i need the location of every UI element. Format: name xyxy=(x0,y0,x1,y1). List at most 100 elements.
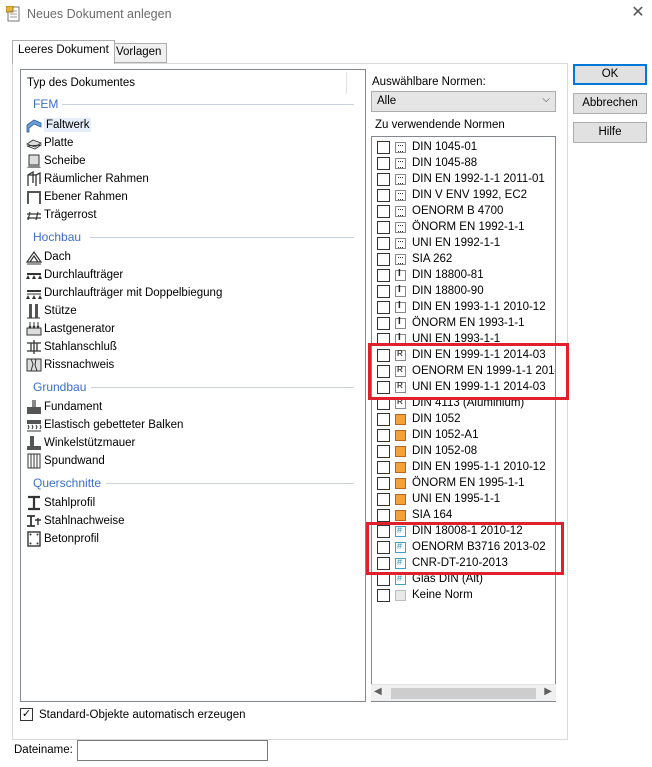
norm-item[interactable]: steel-icon DIN EN 1993-1-1 2010-12 xyxy=(377,299,546,315)
norm-label: SIA 262 xyxy=(412,253,453,265)
norm-item[interactable]: concrete-icon SIA 262 xyxy=(377,251,452,267)
norm-checkbox[interactable] xyxy=(377,444,390,458)
tree-item-platte[interactable]: Platte xyxy=(26,134,73,152)
tree-item-stuetze[interactable]: Stütze xyxy=(26,302,77,320)
app-icon xyxy=(6,6,20,22)
sheet-pile-icon xyxy=(27,453,41,469)
norm-item[interactable]: concrete-icon OENORM B 4700 xyxy=(377,203,503,219)
norm-checkbox[interactable] xyxy=(377,140,390,154)
norm-item[interactable]: timber-icon ÖNORM EN 1995-1-1 xyxy=(377,475,524,491)
load-generator-icon xyxy=(26,322,42,336)
norm-item[interactable]: concrete-icon UNI EN 1992-1-1 xyxy=(377,235,500,251)
steel-profile-icon xyxy=(28,495,40,511)
tree-item-durchlauftraeger[interactable]: Durchlaufträger xyxy=(26,266,123,284)
norm-item[interactable]: steel-icon ÖNORM EN 1993-1-1 xyxy=(377,315,524,331)
norm-checkbox[interactable] xyxy=(377,156,390,170)
foundation-icon xyxy=(27,400,41,414)
norm-item[interactable]: timber-icon SIA 164 xyxy=(377,507,452,523)
scroll-left-icon[interactable]: ◀ xyxy=(374,686,382,697)
help-button[interactable]: Hilfe xyxy=(573,122,647,143)
tree-item-stahlnachweise[interactable]: Stahlnachweise xyxy=(26,512,125,530)
norm-checkbox[interactable] xyxy=(377,236,390,250)
norm-item[interactable]: steel-icon DIN 18800-90 xyxy=(377,283,484,299)
tree-item-lastgenerator[interactable]: Lastgenerator xyxy=(26,320,115,338)
cancel-button[interactable]: Abbrechen xyxy=(573,93,647,114)
steel-icon: steel-icon xyxy=(395,316,406,329)
tree-item-winkelstuetzmauer[interactable]: Winkelstützmauer xyxy=(26,434,135,452)
tree-item-rissnachweis[interactable]: Rissnachweis xyxy=(26,356,114,374)
norm-checkbox[interactable] xyxy=(377,220,390,234)
norms-horizontal-scrollbar[interactable]: ◀ ▶ xyxy=(371,684,556,701)
norm-checkbox[interactable] xyxy=(377,492,390,506)
continuous-beam-biaxial-icon xyxy=(26,290,42,299)
tree-item-faltwerk[interactable]: Faltwerk xyxy=(26,116,92,134)
norm-checkbox[interactable] xyxy=(377,460,390,474)
scroll-thumb[interactable] xyxy=(391,688,536,699)
glass-icon: glass-icon xyxy=(395,573,406,585)
steel-checks-icon xyxy=(27,515,41,527)
tree-item-stahlanschluss[interactable]: Stahlanschluß xyxy=(26,338,117,356)
norm-label: DIN 18800-81 xyxy=(412,269,484,281)
filename-field[interactable] xyxy=(77,740,268,761)
tree-item-gebetteter-balken[interactable]: Elastisch gebetteter Balken xyxy=(26,416,183,434)
tree-item-raeumlicher-rahmen[interactable]: Räumlicher Rahmen xyxy=(26,170,149,188)
norm-checkbox[interactable] xyxy=(377,588,390,602)
tree-item-betonprofil[interactable]: Betonprofil xyxy=(26,530,99,548)
norm-checkbox[interactable] xyxy=(377,508,390,522)
auto-create-row[interactable]: ✓ Standard-Objekte automatisch erzeugen xyxy=(20,708,245,721)
norm-checkbox[interactable] xyxy=(377,412,390,426)
norm-item[interactable]: timber-icon DIN EN 1995-1-1 2010-12 xyxy=(377,459,546,475)
norm-checkbox[interactable] xyxy=(377,268,390,282)
tree-item-scheibe[interactable]: Scheibe xyxy=(26,152,86,170)
auto-create-checkbox[interactable]: ✓ xyxy=(20,708,33,721)
norm-checkbox[interactable] xyxy=(377,252,390,266)
norm-item[interactable]: concrete-icon DIN EN 1992-1-1 2011-01 xyxy=(377,171,545,187)
continuous-beam-icon xyxy=(26,273,42,279)
steel-icon: steel-icon xyxy=(395,300,406,313)
tab-vorlagen[interactable]: Vorlagen xyxy=(110,43,168,63)
norms-list[interactable]: concrete-icon DIN 1045-01 concrete-icon DIN… xyxy=(371,136,556,702)
norm-checkbox[interactable] xyxy=(377,284,390,298)
tree-item-fundament[interactable]: Fundament xyxy=(26,398,102,416)
tree-item-durchlauftraeger-doppelbiegung[interactable]: Durchlaufträger mit Doppelbiegung xyxy=(26,284,222,302)
tree-item-traegerrost[interactable]: Trägerrost xyxy=(26,206,97,224)
close-button[interactable]: ✕ xyxy=(627,3,649,25)
norm-checkbox[interactable] xyxy=(377,428,390,442)
tree-item-stahlprofil[interactable]: Stahlprofil xyxy=(26,494,95,512)
close-icon: ✕ xyxy=(631,4,645,21)
norm-label: DIN 1052-A1 xyxy=(412,429,479,441)
scheibe-icon xyxy=(27,154,41,168)
scroll-right-icon[interactable]: ▶ xyxy=(544,686,552,697)
norm-item[interactable]: concrete-icon DIN 1045-88 xyxy=(377,155,477,171)
norm-item[interactable]: concrete-icon ÖNORM EN 1992-1-1 xyxy=(377,219,524,235)
tree-item-ebener-rahmen[interactable]: Ebener Rahmen xyxy=(26,188,128,206)
norm-item[interactable]: timber-icon UNI EN 1995-1-1 xyxy=(377,491,500,507)
norm-checkbox[interactable] xyxy=(377,172,390,186)
group-fem: FEM xyxy=(33,97,59,111)
tree-item-spundwand[interactable]: Spundwand xyxy=(26,452,105,470)
filename-label: Dateiname: xyxy=(14,744,73,756)
norm-item[interactable]: timber-icon DIN 1052-A1 xyxy=(377,427,478,443)
norm-checkbox[interactable] xyxy=(377,476,390,490)
concrete-icon: concrete-icon xyxy=(395,141,406,153)
available-norms-label: Auswählbare Normen: xyxy=(372,76,486,88)
norm-item[interactable]: concrete-icon DIN V ENV 1992, EC2 xyxy=(377,187,527,203)
ok-button[interactable]: OK xyxy=(573,64,647,85)
highlight-box xyxy=(368,343,569,400)
norm-item[interactable]: steel-icon DIN 18800-81 xyxy=(377,267,484,283)
norm-item[interactable]: concrete-icon DIN 1045-01 xyxy=(377,139,477,155)
tab-leeres-dokument[interactable]: Leeres Dokument xyxy=(12,40,115,64)
available-norms-select[interactable]: Alle ⌵ xyxy=(371,91,556,112)
norm-checkbox[interactable] xyxy=(377,188,390,202)
norm-checkbox[interactable] xyxy=(377,316,390,330)
concrete-icon: concrete-icon xyxy=(395,221,406,233)
norm-checkbox[interactable] xyxy=(377,300,390,314)
norm-checkbox[interactable] xyxy=(377,204,390,218)
norm-item[interactable]: timber-icon DIN 1052-08 xyxy=(377,443,477,459)
tree-item-dach[interactable]: Dach xyxy=(26,248,71,266)
norm-item[interactable]: none-icon Keine Norm xyxy=(377,587,473,603)
norm-label: DIN V ENV 1992, EC2 xyxy=(412,189,528,201)
concrete-icon: concrete-icon xyxy=(395,157,406,169)
group-divider xyxy=(106,483,354,484)
norm-item[interactable]: timber-icon DIN 1052 xyxy=(377,411,461,427)
